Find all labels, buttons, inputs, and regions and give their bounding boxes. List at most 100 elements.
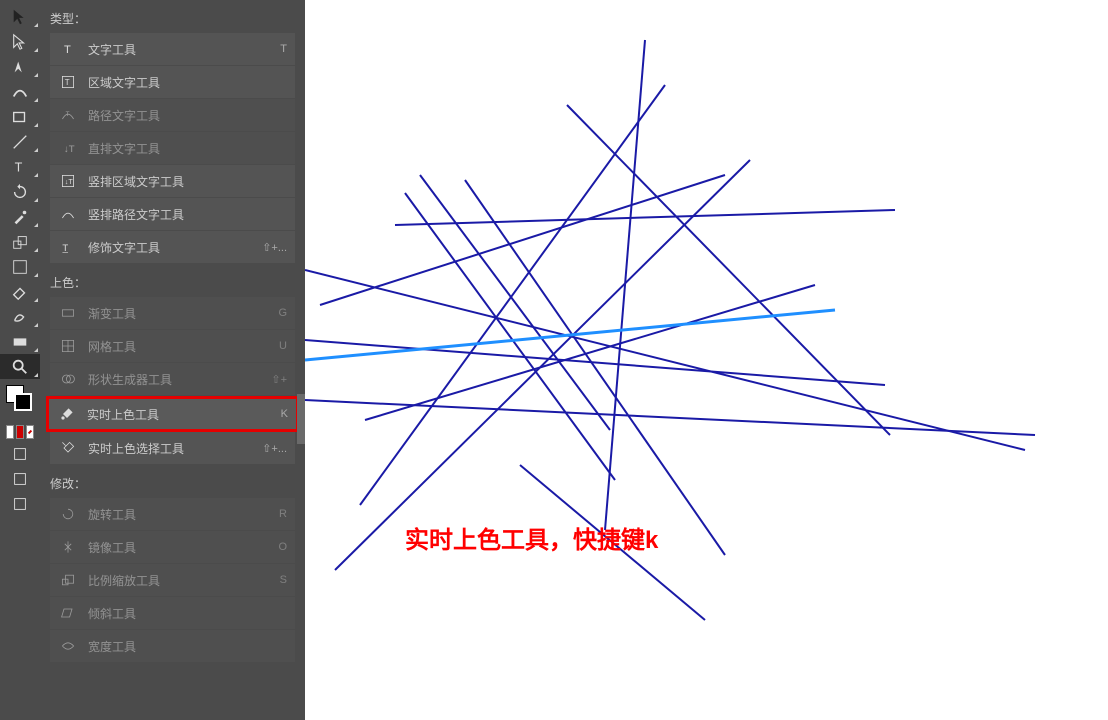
svg-text:T: T <box>15 160 23 174</box>
tool-options-panel: 类型：T文字工具TT区域文字工具T路径文字工具↓T直排文字工具↓T竖排区域文字工… <box>40 0 305 720</box>
eraser-tool[interactable] <box>0 279 40 304</box>
svg-text:↓T: ↓T <box>65 177 74 186</box>
svg-text:↓T: ↓T <box>64 144 75 155</box>
screen-mode-icon[interactable] <box>0 441 40 466</box>
reflect-tool-item-shortcut: O <box>278 541 287 553</box>
rectangle-tool[interactable] <box>0 104 40 129</box>
scrollbar-thumb[interactable] <box>297 394 305 444</box>
width-tool-item-label: 宽度工具 <box>88 638 287 655</box>
svg-text:T: T <box>65 78 70 87</box>
vertical-path-type-tool-item-icon <box>58 204 78 224</box>
live-paint-bucket-tool-item[interactable]: 实时上色工具K <box>46 396 299 432</box>
type-tool-item-label: 文字工具 <box>88 41 280 58</box>
edit-toolbar-icon[interactable] <box>0 466 40 491</box>
live-paint-bucket-tool-item-icon <box>57 404 77 424</box>
width-tool[interactable] <box>0 254 40 279</box>
rotate-tool-item-icon <box>58 504 78 524</box>
paint-group-label: 上色： <box>40 264 305 297</box>
line-tool[interactable] <box>0 129 40 154</box>
reflect-tool-item-label: 镜像工具 <box>88 539 278 556</box>
live-paint-selection-tool-item-icon <box>58 438 78 458</box>
fill-stroke-control[interactable] <box>0 383 40 423</box>
type-tool-item-shortcut: T <box>280 43 287 55</box>
path-type-tool-item: T 路径文字工具 <box>50 99 295 131</box>
touch-type-tool-item-shortcut: ⇧+... <box>262 241 287 254</box>
type-group-label: 类型： <box>40 0 305 33</box>
stroke-swatch[interactable] <box>14 393 32 411</box>
vertical-type-tool-item-label: 直排文字工具 <box>88 140 287 157</box>
mesh-tool-item: 网格工具U <box>50 330 295 362</box>
shape-builder-tool[interactable] <box>0 304 40 329</box>
artwork-lines <box>305 0 1108 720</box>
shape-builder-tool-item-label: 形状生成器工具 <box>88 371 271 388</box>
vertical-area-type-tool-item[interactable]: ↓T 竖排区域文字工具 <box>50 165 295 197</box>
area-type-tool-item-label: 区域文字工具 <box>88 74 287 91</box>
scale-tool-item-shortcut: S <box>280 574 287 586</box>
live-paint-bucket-tool-item-label: 实时上色工具 <box>87 406 281 423</box>
color-mode-boxes <box>0 423 40 441</box>
zoom-tool[interactable] <box>0 354 40 379</box>
width-tool-item: 宽度工具 <box>50 630 295 662</box>
scale-tool-item: 比例缩放工具S <box>50 564 295 596</box>
shape-builder-tool-item-shortcut: ⇧+ <box>271 373 287 386</box>
eyedropper-tool[interactable] <box>0 204 40 229</box>
rotate-tool[interactable] <box>0 179 40 204</box>
type-tool-item[interactable]: T文字工具T <box>50 33 295 65</box>
type-tool-item-icon: T <box>58 39 78 59</box>
rotate-tool-item-label: 旋转工具 <box>88 506 279 523</box>
left-toolbar: T <box>0 0 40 720</box>
selection-tool[interactable] <box>0 4 40 29</box>
type-tool[interactable]: T <box>0 154 40 179</box>
vertical-path-type-tool-item-label: 竖排路径文字工具 <box>88 206 287 223</box>
touch-type-tool-item-label: 修饰文字工具 <box>88 239 262 256</box>
canvas-area[interactable]: 实时上色工具，快捷键k <box>305 0 1108 720</box>
panel-scrollbar[interactable] <box>297 14 305 720</box>
mesh-tool-item-shortcut: U <box>279 340 287 352</box>
shear-tool-item-icon <box>58 603 78 623</box>
width-tool-item-icon <box>58 636 78 656</box>
pen-tool[interactable] <box>0 54 40 79</box>
vertical-type-tool-item-icon: ↓T <box>58 138 78 158</box>
touch-type-tool-item-icon: T̲ <box>58 237 78 257</box>
mesh-tool-item-label: 网格工具 <box>88 338 279 355</box>
shape-builder-tool-item: 形状生成器工具⇧+ <box>50 363 295 395</box>
area-type-tool-item[interactable]: T 区域文字工具 <box>50 66 295 98</box>
direct-selection-tool[interactable] <box>0 29 40 54</box>
path-type-tool-item-icon: T <box>58 105 78 125</box>
color-mode-normal[interactable] <box>6 425 14 439</box>
shape-builder-tool-item-icon <box>58 369 78 389</box>
gradient-tool[interactable] <box>0 329 40 354</box>
live-paint-bucket-tool-item-shortcut: K <box>281 408 288 420</box>
modify-group-label: 修改： <box>40 465 305 498</box>
gradient-tool-item-label: 渐变工具 <box>88 305 278 322</box>
rotate-tool-item: 旋转工具R <box>50 498 295 530</box>
vertical-area-type-tool-item-icon: ↓T <box>58 171 78 191</box>
path-type-tool-item-label: 路径文字工具 <box>88 107 287 124</box>
curvature-tool[interactable] <box>0 79 40 104</box>
area-type-tool-item-icon: T <box>58 72 78 92</box>
more-icon[interactable] <box>0 491 40 516</box>
live-paint-selection-tool-item-label: 实时上色选择工具 <box>88 440 262 457</box>
rotate-tool-item-shortcut: R <box>279 508 287 520</box>
scale-tool-item-icon <box>58 570 78 590</box>
reflect-tool-item-icon <box>58 537 78 557</box>
svg-text:T: T <box>64 44 71 56</box>
shear-tool-item-label: 倾斜工具 <box>88 605 287 622</box>
svg-text:T: T <box>66 111 70 118</box>
mesh-tool-item-icon <box>58 336 78 356</box>
gradient-tool-item-icon <box>58 303 78 323</box>
vertical-type-tool-item: ↓T 直排文字工具 <box>50 132 295 164</box>
touch-type-tool-item[interactable]: T̲ 修饰文字工具⇧+... <box>50 231 295 263</box>
scale-tool-item-label: 比例缩放工具 <box>88 572 280 589</box>
reflect-tool-item: 镜像工具O <box>50 531 295 563</box>
live-paint-selection-tool-item[interactable]: 实时上色选择工具⇧+... <box>50 432 295 464</box>
live-paint-selection-tool-item-shortcut: ⇧+... <box>262 442 287 455</box>
color-mode-none[interactable] <box>26 425 34 439</box>
svg-text:T̲: T̲ <box>62 243 68 254</box>
gradient-tool-item: 渐变工具G <box>50 297 295 329</box>
gradient-tool-item-shortcut: G <box>278 307 287 319</box>
scale-tool[interactable] <box>0 229 40 254</box>
vertical-path-type-tool-item[interactable]: 竖排路径文字工具 <box>50 198 295 230</box>
color-mode-gradient[interactable] <box>16 425 24 439</box>
vertical-area-type-tool-item-label: 竖排区域文字工具 <box>88 173 287 190</box>
